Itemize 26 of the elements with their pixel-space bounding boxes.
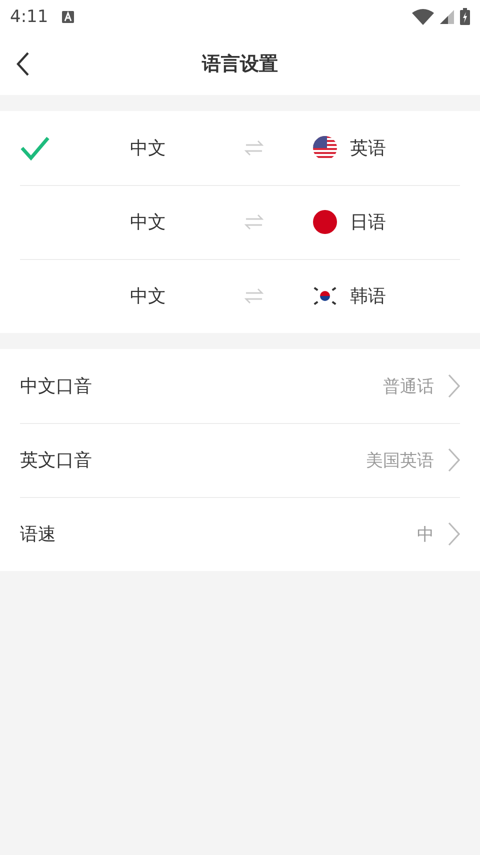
keyboard-notification-icon [62, 10, 74, 22]
chevron-right-icon [448, 374, 460, 398]
source-language[interactable]: 中文 [130, 284, 244, 308]
page-title: 语言设置 [202, 52, 278, 77]
chevron-right-icon [448, 448, 460, 472]
setting-value: 美国英语 [366, 450, 434, 472]
battery-icon [460, 8, 470, 25]
status-time: 4:11 [10, 6, 48, 26]
target-language[interactable]: 日语 [350, 210, 386, 234]
signal-icon [440, 10, 454, 24]
chevron-right-icon [448, 522, 460, 546]
setting-label[interactable]: 语速 [20, 522, 56, 546]
swap-arrows-icon [244, 212, 264, 232]
swap-arrows-icon [244, 286, 264, 306]
swap-arrows-icon [244, 138, 264, 158]
source-language[interactable]: 中文 [130, 136, 244, 160]
target-language[interactable]: 韩语 [350, 284, 386, 308]
wifi-icon [412, 8, 434, 24]
flag-icon [313, 136, 337, 160]
target-language[interactable]: 英语 [350, 136, 386, 160]
setting-label[interactable]: 英文口音 [20, 448, 92, 472]
setting-value: 普通话 [383, 376, 434, 398]
setting-label[interactable]: 中文口音 [20, 374, 92, 398]
flag-icon [313, 210, 337, 234]
source-language[interactable]: 中文 [130, 210, 244, 234]
setting-value: 中 [417, 524, 434, 546]
